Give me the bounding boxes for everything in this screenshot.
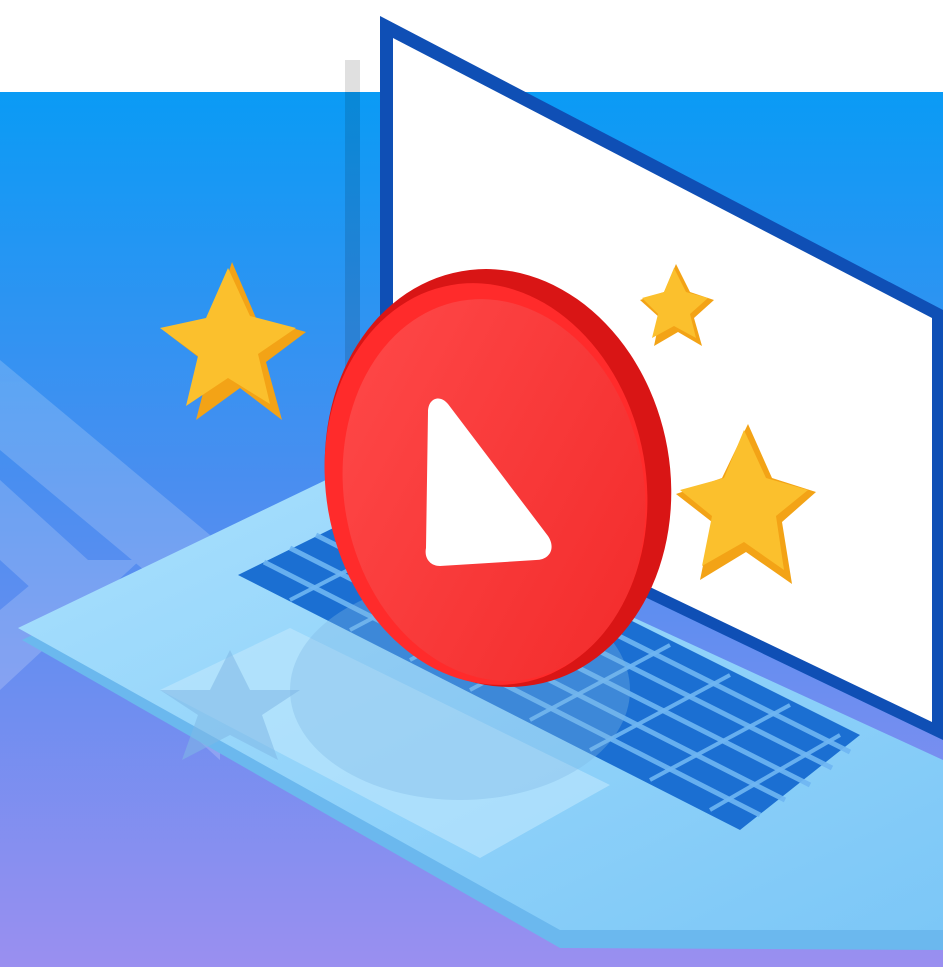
illustration-canvas <box>0 0 943 967</box>
illustration-scene <box>0 0 943 967</box>
